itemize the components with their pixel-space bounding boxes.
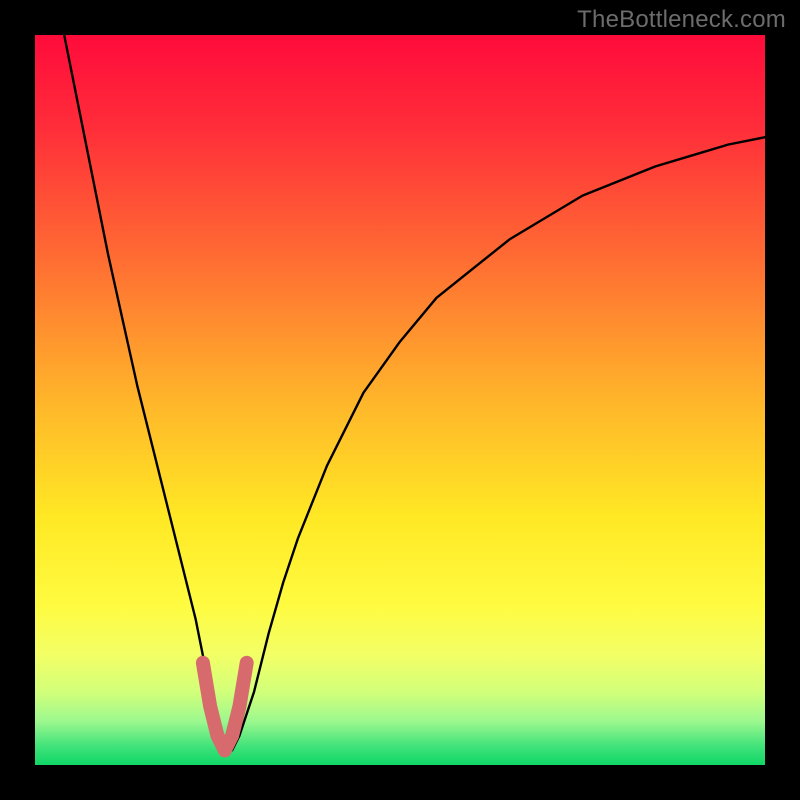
watermark-text: TheBottleneck.com — [577, 6, 786, 34]
chart-frame: TheBottleneck.com — [0, 0, 800, 800]
plot-gradient-background — [35, 35, 765, 765]
bottleneck-chart-svg — [0, 0, 800, 800]
